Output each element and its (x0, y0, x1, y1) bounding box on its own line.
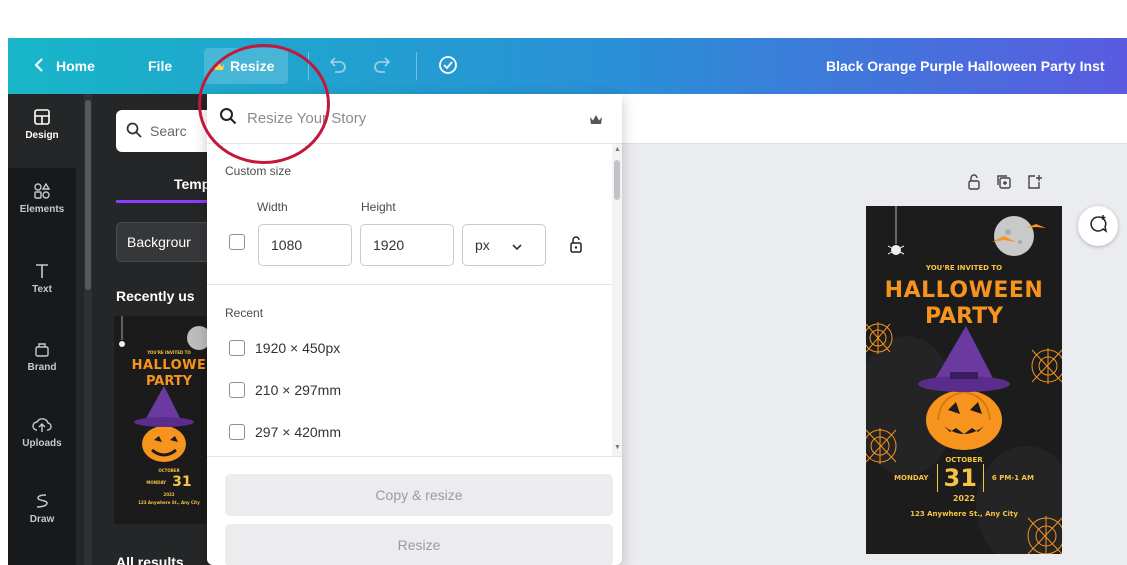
duplicate-page-icon[interactable] (996, 174, 1012, 195)
elements-icon (33, 182, 51, 200)
brand-icon (33, 340, 51, 358)
chevron-down-icon (512, 237, 522, 253)
cloud-saved-icon[interactable] (436, 54, 460, 81)
sidebar-item-label: Brand (27, 362, 57, 373)
custom-size-checkbox[interactable] (229, 234, 245, 250)
draw-icon (33, 492, 51, 510)
all-results-heading: All results (116, 554, 184, 565)
event-month: OCTOBER (945, 456, 983, 464)
toolbar-divider (416, 52, 417, 80)
section-divider (207, 284, 612, 285)
toolbar-divider (308, 52, 309, 80)
height-label: Height (361, 200, 396, 214)
resize-search-input[interactable] (247, 110, 587, 127)
event-weekday: MONDAY (894, 474, 929, 482)
sidebar-item-draw[interactable]: Draw (8, 478, 76, 552)
recent-size-item[interactable]: 1920 × 450px (229, 340, 340, 356)
file-menu-button[interactable]: File (148, 38, 172, 94)
width-label: Width (257, 200, 288, 214)
crown-icon (214, 58, 224, 74)
event-date-row: MONDAY 31 6 PM-1 AM (866, 464, 1062, 492)
sidebar-item-text[interactable]: Text (8, 248, 76, 322)
recent-size-checkbox[interactable] (229, 340, 245, 356)
sidebar-item-uploads[interactable]: Uploads (8, 402, 76, 476)
chevron-left-icon (34, 57, 44, 75)
document-title[interactable]: Black Orange Purple Halloween Party Inst (826, 38, 1105, 94)
event-year: 2022 (952, 494, 976, 503)
search-icon (219, 107, 237, 130)
canva-editor-window: Home File Resize Black Orange Purple Hal… (8, 38, 1127, 565)
home-button[interactable]: Home (34, 38, 95, 94)
custom-size-heading: Custom size (225, 164, 292, 178)
recent-size-label: 1920 × 450px (255, 340, 341, 356)
event-address: 123 Anywhere St., Any City (910, 510, 1018, 518)
sidebar-item-brand[interactable]: Brand (8, 326, 76, 400)
recent-size-label: 297 × 420mm (255, 424, 341, 440)
invite-line: YOU'RE INVITED TO (925, 264, 1003, 272)
sidebar-item-label: Text (32, 284, 52, 295)
text-icon (33, 262, 51, 280)
party-headline: PARTY (924, 304, 1004, 329)
add-comment-button[interactable] (1078, 206, 1118, 246)
recent-size-checkbox[interactable] (229, 424, 245, 440)
crown-icon (590, 112, 602, 130)
unlock-icon[interactable] (966, 174, 982, 195)
search-icon (126, 122, 142, 141)
tab-templates[interactable]: Temp (174, 176, 210, 192)
scroll-up-icon[interactable]: ▲ (614, 146, 621, 153)
event-time: 6 PM-1 AM (991, 474, 1034, 482)
add-page-icon[interactable] (1026, 174, 1042, 195)
resize-confirm-button[interactable]: Resize (225, 524, 613, 565)
top-toolbar: Home File Resize Black Orange Purple Hal… (8, 38, 1127, 94)
scrollbar-thumb[interactable] (85, 100, 91, 290)
recent-heading: Recent (225, 306, 264, 320)
sidebar-item-label: Draw (29, 514, 55, 525)
recent-size-item[interactable]: 297 × 420mm (229, 424, 341, 440)
resize-dropdown: Custom size Width Height 1080 1920 px Re… (207, 94, 622, 565)
sidebar-item-label: Elements (19, 204, 65, 215)
unit-value: px (475, 237, 490, 253)
sidebar-item-design[interactable]: Design (8, 94, 76, 168)
recent-size-checkbox[interactable] (229, 382, 245, 398)
thumbnail-day: 31 (172, 474, 192, 490)
templates-panel: Searc Temp Backgrour Recently us YOU'RE … (76, 94, 226, 565)
footer-divider (207, 456, 622, 457)
resize-search-bar (207, 94, 622, 144)
lock-aspect-ratio-icon[interactable] (569, 235, 583, 258)
scroll-down-icon[interactable]: ▼ (614, 444, 621, 451)
dropdown-scrollbar[interactable]: ▲ ▼ (612, 144, 622, 456)
copy-and-resize-button[interactable]: Copy & resize (225, 474, 613, 516)
sidebar-item-label: Design (25, 130, 59, 141)
unit-select[interactable]: px (462, 224, 546, 266)
height-input[interactable]: 1920 (360, 224, 454, 266)
comment-plus-icon (1088, 214, 1108, 239)
page-tools (966, 174, 1042, 195)
resize-button[interactable]: Resize (204, 48, 289, 84)
sidebar-item-elements[interactable]: Elements (8, 168, 76, 242)
panel-scrollbar[interactable] (84, 94, 92, 565)
scrollbar-thumb[interactable] (614, 160, 620, 200)
search-placeholder: Searc (150, 123, 187, 139)
thumbnail-weekday: MONDAY (146, 479, 167, 485)
resize-label: Resize (230, 58, 275, 74)
width-input[interactable]: 1080 (258, 224, 352, 266)
sidebar-item-label: Uploads (22, 438, 62, 449)
recent-size-label: 210 × 297mm (255, 382, 341, 398)
undo-icon[interactable] (326, 54, 348, 81)
left-sidebar: Design Elements Text Brand Uploads Draw (8, 94, 76, 565)
file-label: File (148, 58, 173, 74)
recently-used-heading: Recently us (116, 288, 195, 304)
recent-size-item[interactable]: 210 × 297mm (229, 382, 341, 398)
halloween-headline: HALLOWEEN (884, 278, 1044, 303)
design-icon (33, 108, 51, 126)
event-day: 31 (936, 464, 984, 492)
design-page[interactable]: YOU'RE INVITED TO HALLOWEEN PARTY OCTOBE… (866, 206, 1062, 554)
uploads-icon (32, 416, 52, 434)
home-label: Home (56, 58, 95, 74)
redo-icon[interactable] (372, 54, 394, 81)
